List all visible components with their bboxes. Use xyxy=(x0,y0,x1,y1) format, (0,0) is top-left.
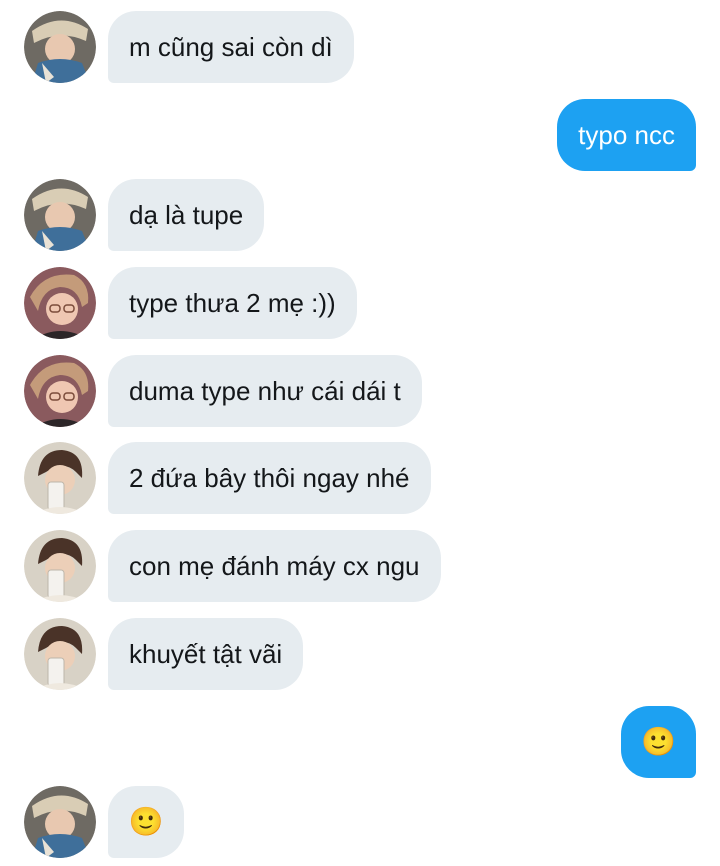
message-bubble-incoming[interactable]: type thưa 2 mẹ :)) xyxy=(108,267,357,339)
slightly-smiling-face-icon: 🙂 xyxy=(641,725,676,758)
avatar[interactable] xyxy=(24,355,96,427)
message-text: type thưa 2 mẹ :)) xyxy=(129,288,336,318)
message-bubble-incoming[interactable]: khuyết tật vãi xyxy=(108,618,304,690)
message-text: 2 đứa bây thôi ngay nhé xyxy=(129,463,410,493)
avatar[interactable] xyxy=(24,530,96,602)
message-bubble-incoming[interactable]: m cũng sai còn dì xyxy=(108,11,354,83)
message-bubble-incoming[interactable]: duma type như cái dái t xyxy=(108,355,422,427)
message-bubble-incoming[interactable]: 2 đứa bây thôi ngay nhé xyxy=(108,442,431,514)
avatar[interactable] xyxy=(24,179,96,251)
avatar[interactable] xyxy=(24,442,96,514)
message-bubble-incoming[interactable]: dạ là tupe xyxy=(108,179,265,251)
message-text: m cũng sai còn dì xyxy=(129,32,333,62)
message-bubble-outgoing[interactable]: typo ncc xyxy=(557,99,696,171)
message-bubble-incoming[interactable]: con mẹ đánh máy cx ngu xyxy=(108,530,441,602)
avatar[interactable] xyxy=(24,786,96,858)
message-text: dạ là tupe xyxy=(129,200,244,230)
avatar[interactable] xyxy=(24,618,96,690)
slightly-smiling-face-icon: 🙂 xyxy=(128,805,164,838)
message-bubble-outgoing[interactable]: 🙂 xyxy=(621,706,696,778)
message-text: khuyết tật vãi xyxy=(129,639,283,669)
message-text: duma type như cái dái t xyxy=(129,376,401,406)
avatar[interactable] xyxy=(24,11,96,83)
avatar[interactable] xyxy=(24,267,96,339)
message-text: typo ncc xyxy=(578,120,675,150)
message-bubble-incoming[interactable]: 🙂 xyxy=(108,786,184,858)
message-text: con mẹ đánh máy cx ngu xyxy=(129,551,420,581)
